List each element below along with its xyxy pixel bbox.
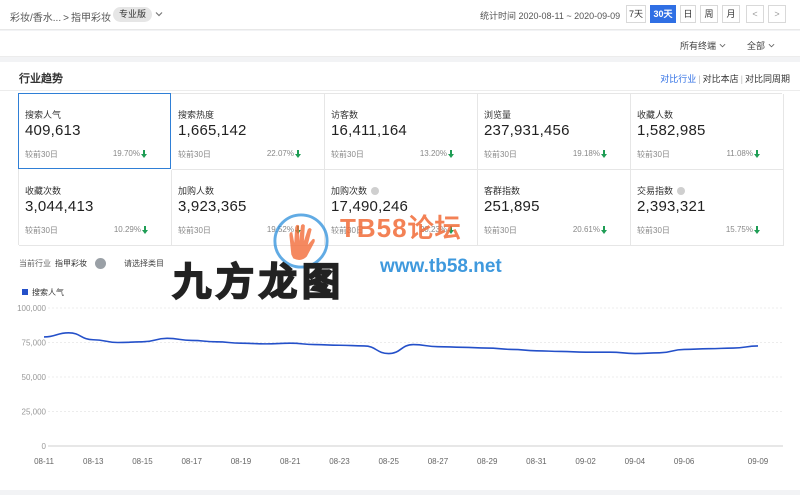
data-point[interactable] bbox=[582, 348, 590, 356]
next-period-button[interactable]: > bbox=[768, 5, 786, 23]
scope-filter-label: 全部 bbox=[747, 41, 766, 51]
data-point[interactable] bbox=[89, 336, 97, 344]
industry-trend-panel: 行业趋势 对比行业 | 对比本店 | 对比同周期 搜索人气 409,613 较前30日 19.… bbox=[0, 62, 800, 490]
data-point[interactable] bbox=[409, 341, 417, 349]
breadcrumb: 彩妆/香水... > 指甲彩妆 bbox=[10, 9, 111, 24]
range-month-button[interactable]: 月 bbox=[722, 5, 740, 23]
y-tick-label: 50,000 bbox=[22, 373, 47, 382]
data-point[interactable] bbox=[656, 349, 664, 357]
x-tick-label: 08-23 bbox=[329, 457, 350, 466]
data-point[interactable] bbox=[385, 350, 393, 358]
x-tick-label: 09-02 bbox=[575, 457, 596, 466]
data-point[interactable] bbox=[138, 338, 146, 346]
data-point[interactable] bbox=[754, 342, 762, 350]
chevron-down-icon[interactable] bbox=[154, 9, 164, 19]
data-point[interactable] bbox=[606, 348, 614, 356]
filter-bar: 所有终端 全部 bbox=[0, 31, 800, 57]
data-point[interactable] bbox=[729, 344, 737, 352]
data-point[interactable] bbox=[262, 340, 270, 348]
data-point[interactable] bbox=[434, 343, 442, 351]
edition-badge: 专业版 bbox=[113, 7, 153, 22]
x-tick-label: 08-17 bbox=[181, 457, 202, 466]
x-tick-label: 08-19 bbox=[231, 457, 252, 466]
range-week-button[interactable]: 周 bbox=[700, 5, 718, 23]
range-day-button[interactable]: 日 bbox=[680, 5, 696, 23]
metric-compare-label: 较前30日 bbox=[25, 150, 58, 159]
series-line[interactable] bbox=[43, 332, 759, 355]
data-point[interactable] bbox=[459, 343, 467, 351]
data-point[interactable] bbox=[680, 345, 688, 353]
data-point[interactable] bbox=[188, 336, 196, 344]
x-tick-label: 09-06 bbox=[674, 457, 695, 466]
y-tick-label: 25,000 bbox=[22, 408, 47, 417]
x-tick-label: 08-31 bbox=[526, 457, 547, 466]
metric-label: 搜索人气 bbox=[25, 110, 62, 120]
metric-value: 409,613 bbox=[25, 122, 81, 139]
data-point[interactable] bbox=[163, 334, 171, 342]
data-point[interactable] bbox=[532, 347, 540, 355]
x-tick-label: 08-29 bbox=[477, 457, 498, 466]
watermark-url: www.tb58.net bbox=[380, 256, 502, 277]
x-tick-label: 09-04 bbox=[625, 457, 646, 466]
data-point[interactable] bbox=[360, 342, 368, 350]
data-point[interactable] bbox=[557, 347, 565, 355]
terminal-filter[interactable]: 所有终端 bbox=[680, 39, 726, 52]
terminal-filter-label: 所有终端 bbox=[680, 41, 717, 51]
top-bar: 彩妆/香水... > 指甲彩妆 专业版 统计时间 2020-08-11 ~ 2020… bbox=[0, 0, 800, 30]
arrow-down-icon bbox=[141, 150, 147, 158]
metric-card[interactable]: 搜索人气 409,613 较前30日 19.70% bbox=[18, 93, 171, 169]
watermark-brand: 九方龙图 bbox=[172, 261, 346, 305]
x-tick-label: 08-13 bbox=[83, 457, 104, 466]
data-point[interactable] bbox=[483, 344, 491, 352]
range-30d-button[interactable]: 30天 bbox=[650, 5, 676, 23]
prev-period-button[interactable]: < bbox=[746, 5, 764, 23]
x-tick-label: 08-27 bbox=[428, 457, 449, 466]
breadcrumb-subcategory[interactable]: 指甲彩妆 bbox=[71, 13, 111, 24]
y-tick-label: 0 bbox=[42, 442, 47, 451]
x-tick-label: 08-25 bbox=[378, 457, 399, 466]
data-point[interactable] bbox=[40, 333, 48, 341]
stat-time-range: 统计时间 2020-08-11 ~ 2020-09-09 bbox=[480, 11, 621, 21]
chevron-down-icon bbox=[768, 43, 775, 48]
breadcrumb-separator: > bbox=[63, 13, 69, 24]
data-point[interactable] bbox=[335, 341, 343, 349]
breadcrumb-category[interactable]: 彩妆/香水... bbox=[10, 13, 61, 24]
data-point[interactable] bbox=[237, 339, 245, 347]
data-point[interactable] bbox=[65, 329, 73, 337]
chevron-down-icon bbox=[719, 43, 726, 48]
data-point[interactable] bbox=[212, 338, 220, 346]
data-point[interactable] bbox=[705, 345, 713, 353]
data-point[interactable] bbox=[114, 339, 122, 347]
data-point[interactable] bbox=[286, 339, 294, 347]
metric-change-percent: 19.70% bbox=[112, 149, 140, 158]
data-point[interactable] bbox=[508, 345, 516, 353]
range-7d-button[interactable]: 7天 bbox=[626, 5, 646, 23]
data-point[interactable] bbox=[631, 350, 639, 358]
x-tick-label: 08-11 bbox=[34, 457, 54, 466]
scope-filter[interactable]: 全部 bbox=[747, 39, 775, 52]
x-tick-label: 08-21 bbox=[280, 457, 301, 466]
watermark-title: TB58论坛 bbox=[340, 213, 462, 243]
x-tick-label: 09-09 bbox=[748, 457, 769, 466]
y-tick-label: 100,000 bbox=[17, 304, 46, 313]
data-point[interactable] bbox=[311, 341, 319, 349]
x-tick-label: 08-15 bbox=[132, 457, 153, 466]
